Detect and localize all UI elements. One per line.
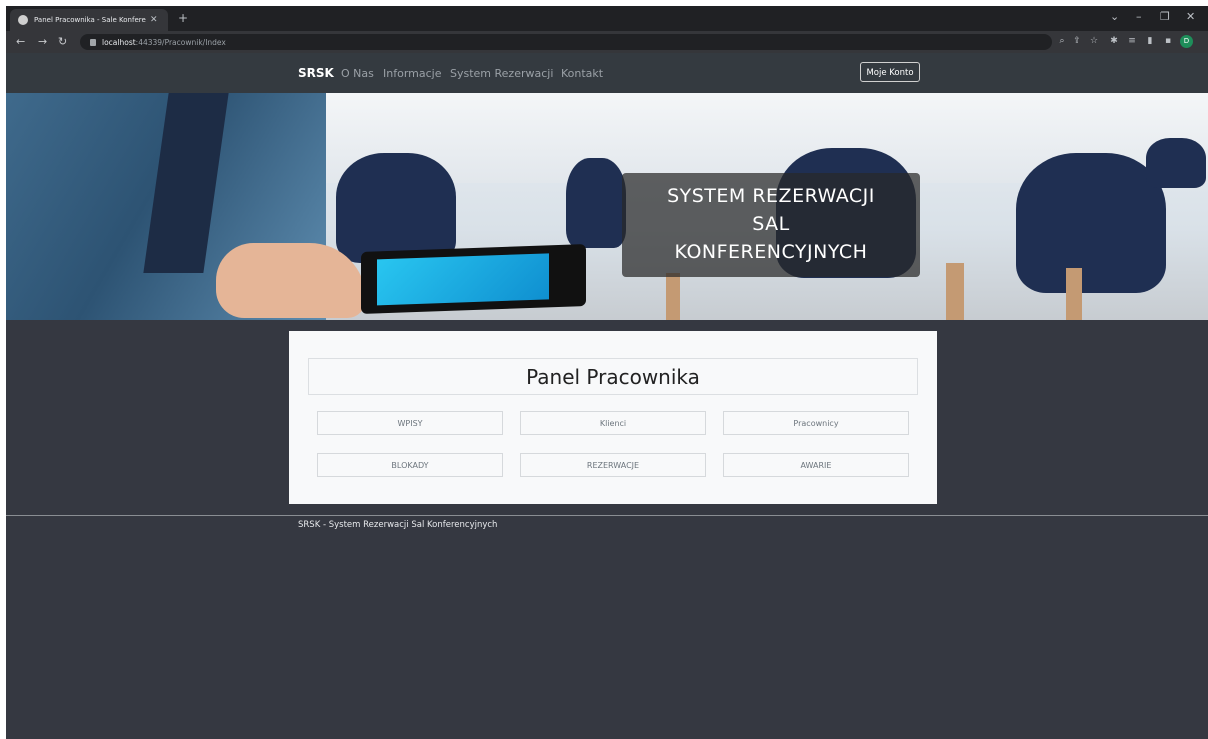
- nav-link-informacje[interactable]: Informacje: [383, 67, 441, 80]
- hero-title-line-1: SYSTEM REZERWACJI: [667, 185, 875, 207]
- browser-tab[interactable]: Panel Pracownika - Sale Konfere ✕: [10, 9, 168, 31]
- table-leg-shape: [666, 273, 680, 320]
- back-icon[interactable]: ←: [16, 35, 25, 48]
- tie-shape: [143, 93, 229, 273]
- tablet-image: [361, 244, 586, 314]
- blokady-button[interactable]: BLOKADY: [317, 453, 503, 477]
- chair-shape: [566, 158, 626, 248]
- lock-icon: [90, 38, 96, 46]
- address-bar[interactable]: localhost:44339/Pracownik/Index: [80, 34, 1052, 50]
- wpisy-button[interactable]: WPISY: [317, 411, 503, 435]
- chair-shape: [336, 153, 456, 263]
- browser-toolbar: ← → ↻ localhost:44339/Pracownik/Index ⌕ …: [6, 31, 1208, 53]
- restore-icon[interactable]: ❐: [1160, 10, 1170, 23]
- nav-link-kontakt[interactable]: Kontakt: [561, 67, 603, 80]
- klienci-button[interactable]: Klienci: [520, 411, 706, 435]
- panel-title-box: Panel Pracownika: [308, 358, 918, 395]
- side-panel-icon[interactable]: ▮: [1145, 36, 1155, 46]
- employee-panel: Panel Pracownika WPISY Klienci Pracownic…: [289, 331, 937, 504]
- reload-icon[interactable]: ↻: [58, 35, 67, 48]
- profile-avatar[interactable]: D: [1180, 35, 1193, 48]
- new-tab-button[interactable]: +: [178, 11, 188, 25]
- hand-shape: [216, 243, 366, 318]
- chair-shape: [1016, 153, 1166, 293]
- tablet-screen: [377, 253, 549, 306]
- url-host: localhost: [102, 37, 136, 47]
- site-navbar: SRSK O Nas Informacje System Rezerwacji …: [6, 53, 1208, 93]
- nav-link-system-rezerwacji[interactable]: System Rezerwacji: [450, 67, 553, 80]
- tab-bar: Panel Pracownika - Sale Konfere ✕ + ⌄ – …: [6, 6, 1208, 31]
- apps-icon[interactable]: ▪: [1163, 36, 1173, 46]
- tab-title: Panel Pracownika - Sale Konfere: [34, 16, 146, 24]
- tab-search-icon[interactable]: ⌄: [1110, 10, 1119, 23]
- table-leg-shape: [946, 263, 964, 320]
- nav-link-o-nas[interactable]: O Nas: [341, 67, 374, 80]
- share-icon[interactable]: ⇪: [1072, 36, 1082, 46]
- awarie-button[interactable]: AWARIE: [723, 453, 909, 477]
- extensions-icon[interactable]: ✱: [1109, 36, 1119, 46]
- account-button[interactable]: Moje Konto: [860, 62, 920, 82]
- hero-title-line-2: SAL: [752, 213, 790, 235]
- favicon-icon: [18, 15, 28, 25]
- pracownicy-button[interactable]: Pracownicy: [723, 411, 909, 435]
- forward-icon[interactable]: →: [38, 35, 47, 48]
- rezerwacje-button[interactable]: REZERWACJE: [520, 453, 706, 477]
- chair-shape: [1146, 138, 1206, 188]
- browser-window: Panel Pracownika - Sale Konfere ✕ + ⌄ – …: [6, 6, 1208, 739]
- brand-link[interactable]: SRSK: [298, 66, 334, 80]
- url-path: :44339/Pracownik/Index: [135, 37, 226, 47]
- star-icon[interactable]: ☆: [1089, 36, 1099, 46]
- hero-banner: SYSTEM REZERWACJI SAL KONFERENCYJNYCH: [6, 93, 1208, 320]
- reading-list-icon[interactable]: ≡: [1127, 36, 1137, 46]
- table-leg-shape: [1066, 268, 1082, 320]
- footer-divider: [6, 515, 1208, 516]
- zoom-icon[interactable]: ⌕: [1057, 36, 1067, 46]
- hero-title-line-3: KONFERENCYJNYCH: [674, 241, 868, 263]
- panel-title: Panel Pracownika: [526, 364, 700, 389]
- close-icon[interactable]: ✕: [150, 15, 158, 25]
- minimize-icon[interactable]: –: [1136, 10, 1142, 23]
- footer-text: SRSK - System Rezerwacji Sal Konferencyj…: [298, 520, 498, 530]
- window-close-icon[interactable]: ✕: [1186, 10, 1195, 23]
- hero-title-box: SYSTEM REZERWACJI SAL KONFERENCYJNYCH: [622, 173, 920, 277]
